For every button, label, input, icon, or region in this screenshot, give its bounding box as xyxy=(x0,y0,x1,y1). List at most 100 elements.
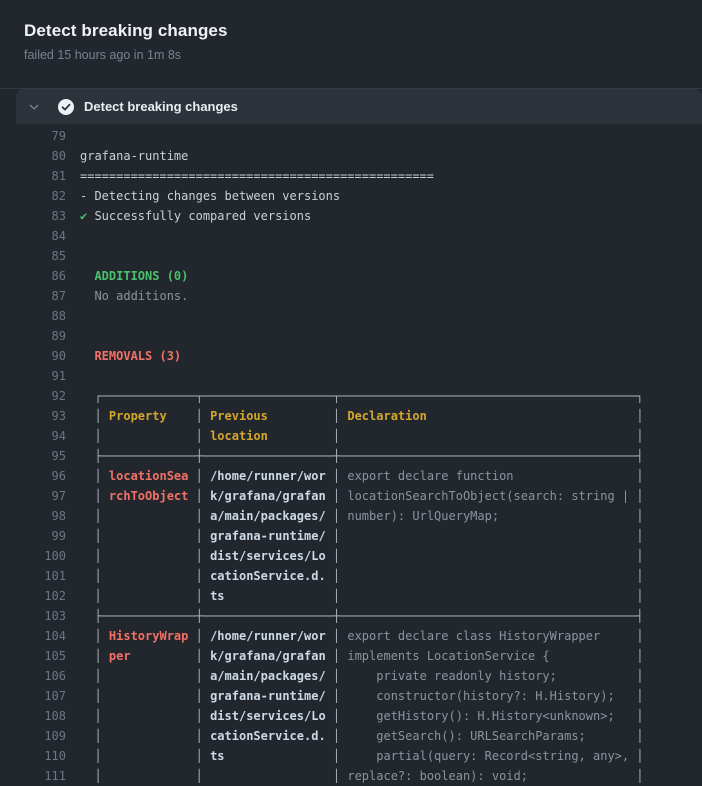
log-text: │ Property │ Previous │ Declaration │ xyxy=(80,406,644,426)
log-line: 85 xyxy=(0,246,702,266)
log-line: 88 xyxy=(0,306,702,326)
log-text: ├─────────────┼──────────────────┼──────… xyxy=(80,446,644,466)
line-number[interactable]: 90 xyxy=(0,346,66,366)
line-number[interactable]: 89 xyxy=(0,326,66,346)
log-text: │ │ grafana-runtime/ │ constructor(histo… xyxy=(80,686,644,706)
line-number[interactable]: 111 xyxy=(0,766,66,786)
log-line: 89 xyxy=(0,326,702,346)
log-lines: 7980 grafana-runtime 81 ===================… xyxy=(0,126,702,786)
line-number[interactable]: 95 xyxy=(0,446,66,466)
log-line: 79 xyxy=(0,126,702,146)
line-number[interactable]: 88 xyxy=(0,306,66,326)
log-line: 84 xyxy=(0,226,702,246)
line-number[interactable]: 103 xyxy=(0,606,66,626)
log-line: 102 │ │ ts │ │ xyxy=(0,586,702,606)
line-number[interactable]: 84 xyxy=(0,226,66,246)
log-text: ADDITIONS (0) xyxy=(80,266,188,286)
log-text: grafana-runtime xyxy=(80,146,188,166)
log-text: │ │ ts │ partial(query: Record<string, a… xyxy=(80,746,644,766)
line-number[interactable]: 93 xyxy=(0,406,66,426)
log-line: 82 - Detecting changes between versions xyxy=(0,186,702,206)
log-line: 99 │ │ grafana-runtime/ │ │ xyxy=(0,526,702,546)
line-number[interactable]: 98 xyxy=(0,506,66,526)
log-text: │ HistoryWrap │ /home/runner/wor │ expor… xyxy=(80,626,644,646)
log-container: 7980 grafana-runtime 81 ===================… xyxy=(0,124,702,786)
step-title: Detect breaking changes xyxy=(84,99,238,114)
check-circle-icon xyxy=(58,99,74,115)
line-number[interactable]: 99 xyxy=(0,526,66,546)
log-line: 97 │ rchToObject │ k/grafana/grafan │ lo… xyxy=(0,486,702,506)
line-number[interactable]: 82 xyxy=(0,186,66,206)
log-line: 83 ✔ Successfully compared versions xyxy=(0,206,702,226)
line-number[interactable]: 102 xyxy=(0,586,66,606)
line-number[interactable]: 110 xyxy=(0,746,66,766)
line-number[interactable]: 109 xyxy=(0,726,66,746)
line-number[interactable]: 101 xyxy=(0,566,66,586)
log-line: 101 │ │ cationService.d. │ │ xyxy=(0,566,702,586)
line-number[interactable]: 86 xyxy=(0,266,66,286)
log-line: 110 │ │ ts │ partial(query: Record<strin… xyxy=(0,746,702,766)
log-text: No additions. xyxy=(80,286,188,306)
log-line: 87 No additions. xyxy=(0,286,702,306)
log-line: 96 │ locationSea │ /home/runner/wor │ ex… xyxy=(0,466,702,486)
log-text: │ │ │ replace?: boolean): void; │ xyxy=(80,766,644,786)
log-line: 93 │ Property │ Previous │ Declaration │ xyxy=(0,406,702,426)
log-text: │ │ dist/services/Lo │ │ xyxy=(80,546,644,566)
log-text: ├─────────────┼──────────────────┼──────… xyxy=(80,606,644,626)
log-text: ========================================… xyxy=(80,166,434,186)
log-line: 109 │ │ cationService.d. │ getSearch(): … xyxy=(0,726,702,746)
job-header: Detect breaking changes failed 15 hours … xyxy=(0,0,702,89)
log-line: 105 │ per │ k/grafana/grafan │ implement… xyxy=(0,646,702,666)
line-number[interactable]: 81 xyxy=(0,166,66,186)
log-line: 81 ======================================… xyxy=(0,166,702,186)
line-number[interactable]: 105 xyxy=(0,646,66,666)
log-line: 80 grafana-runtime xyxy=(0,146,702,166)
line-number[interactable]: 79 xyxy=(0,126,66,146)
log-text: │ per │ k/grafana/grafan │ implements Lo… xyxy=(80,646,644,666)
job-status-subtitle: failed 15 hours ago in 1m 8s xyxy=(24,48,678,62)
log-text: │ │ a/main/packages/ │ private readonly … xyxy=(80,666,644,686)
line-number[interactable]: 85 xyxy=(0,246,66,266)
log-text: - Detecting changes between versions xyxy=(80,186,340,206)
log-line: 106 │ │ a/main/packages/ │ private reado… xyxy=(0,666,702,686)
chevron-down-icon[interactable] xyxy=(28,101,40,113)
log-text: ┌─────────────┬──────────────────┬──────… xyxy=(80,386,644,406)
log-text: ✔ Successfully compared versions xyxy=(80,206,311,226)
line-number[interactable]: 80 xyxy=(0,146,66,166)
line-number[interactable]: 94 xyxy=(0,426,66,446)
page-title: Detect breaking changes xyxy=(24,21,678,41)
log-line: 111 │ │ │ replace?: boolean): void; │ xyxy=(0,766,702,786)
line-number[interactable]: 83 xyxy=(0,206,66,226)
log-text: │ │ cationService.d. │ │ xyxy=(80,566,644,586)
line-number[interactable]: 106 xyxy=(0,666,66,686)
log-line: 90 REMOVALS (3) xyxy=(0,346,702,366)
log-line: 92 ┌─────────────┬──────────────────┬───… xyxy=(0,386,702,406)
log-text: REMOVALS (3) xyxy=(80,346,181,366)
log-line: 104 │ HistoryWrap │ /home/runner/wor │ e… xyxy=(0,626,702,646)
log-text: │ rchToObject │ k/grafana/grafan │ locat… xyxy=(80,486,644,506)
log-text: │ │ location │ │ xyxy=(80,426,644,446)
line-number[interactable]: 87 xyxy=(0,286,66,306)
line-number[interactable]: 92 xyxy=(0,386,66,406)
step-header[interactable]: Detect breaking changes xyxy=(16,89,702,124)
line-number[interactable]: 107 xyxy=(0,686,66,706)
log-text: │ │ grafana-runtime/ │ │ xyxy=(80,526,644,546)
log-text: │ │ dist/services/Lo │ getHistory(): H.H… xyxy=(80,706,644,726)
log-line: 95 ├─────────────┼──────────────────┼───… xyxy=(0,446,702,466)
line-number[interactable]: 108 xyxy=(0,706,66,726)
line-number[interactable]: 96 xyxy=(0,466,66,486)
line-number[interactable]: 91 xyxy=(0,366,66,386)
line-number[interactable]: 100 xyxy=(0,546,66,566)
log-line: 108 │ │ dist/services/Lo │ getHistory():… xyxy=(0,706,702,726)
log-line: 86 ADDITIONS (0) xyxy=(0,266,702,286)
log-text: │ locationSea │ /home/runner/wor │ expor… xyxy=(80,466,644,486)
line-number[interactable]: 97 xyxy=(0,486,66,506)
log-line: 98 │ │ a/main/packages/ │ number): UrlQu… xyxy=(0,506,702,526)
log-text: │ │ cationService.d. │ getSearch(): URLS… xyxy=(80,726,644,746)
log-line: 91 xyxy=(0,366,702,386)
log-line: 107 │ │ grafana-runtime/ │ constructor(h… xyxy=(0,686,702,706)
line-number[interactable]: 104 xyxy=(0,626,66,646)
log-line: 103 ├─────────────┼──────────────────┼──… xyxy=(0,606,702,626)
log-text: │ │ a/main/packages/ │ number): UrlQuery… xyxy=(80,506,644,526)
log-line: 100 │ │ dist/services/Lo │ │ xyxy=(0,546,702,566)
